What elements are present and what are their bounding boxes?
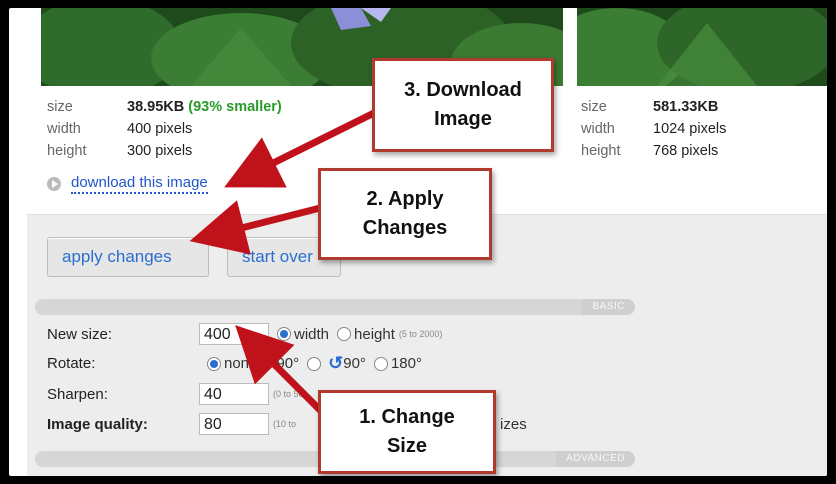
sharpen-input[interactable]: 40 <box>199 383 269 405</box>
basic-section-divider: BASIC <box>35 299 635 315</box>
quality-input[interactable]: 80 <box>199 413 269 435</box>
height-label: height <box>47 143 87 159</box>
callout-step1-line1: 1. Change <box>359 406 455 428</box>
height-option-label: height <box>354 325 395 343</box>
original-preview-image <box>577 8 827 86</box>
rotate-90-radio[interactable] <box>307 356 322 371</box>
width-label: width <box>47 121 81 137</box>
sharpen-row: Sharpen: 40 (0 to 50) <box>47 383 307 405</box>
rotate-clockwise-icon: ↻ <box>261 353 277 373</box>
rotate-label: Rotate: <box>47 355 96 372</box>
rotate-none-label: none <box>224 355 258 372</box>
rotate-minus-90-label: 90° <box>343 355 366 372</box>
size-value: 38.95KB <box>127 99 185 115</box>
width-option-label: width <box>294 325 330 343</box>
new-size-input[interactable]: 400 <box>199 323 269 345</box>
original-image-info: size 581.33KB width 1024 pixels height 768 … <box>581 96 726 162</box>
callout-step2-line1: 2. Apply <box>366 188 444 210</box>
height-value: 768 pixels <box>653 143 719 159</box>
width-value: 400 pixels <box>127 121 193 137</box>
quality-label: Image quality: <box>47 415 148 433</box>
quality-hint: (10 to <box>273 419 297 429</box>
callout-download-image: 3. Download Image <box>372 58 554 152</box>
width-label: width <box>581 121 615 137</box>
width-radio[interactable] <box>277 327 291 341</box>
rotate-180-label: 180° <box>390 355 422 372</box>
size-value: 581.33KB <box>653 99 719 115</box>
sharpen-label: Sharpen: <box>47 385 108 403</box>
height-radio[interactable] <box>337 327 352 341</box>
download-row: download this image <box>47 174 208 194</box>
size-label: size <box>47 99 73 115</box>
callout-step1-line2: Size <box>386 435 427 457</box>
download-link[interactable]: download this image <box>71 174 208 194</box>
callout-step3-line2: Image <box>434 108 492 130</box>
rotate-row: Rotate: none ↻ 90° ↺ 90° 180° <box>47 353 422 374</box>
advanced-section-label: ADVANCED <box>556 451 635 467</box>
rotate-180-radio[interactable] <box>373 356 388 371</box>
rotate-none-radio[interactable] <box>207 356 221 371</box>
size-hint: (5 to 2000) <box>398 329 443 339</box>
height-label: height <box>581 143 621 159</box>
quality-trailing-text: izes <box>500 415 527 433</box>
callout-step3-line1: 3. Download <box>404 79 522 101</box>
callout-apply-changes: 2. Apply Changes <box>318 168 492 260</box>
basic-section-label: BASIC <box>582 299 635 315</box>
callout-change-size: 1. Change Size <box>318 390 496 474</box>
width-value: 1024 pixels <box>653 121 727 137</box>
new-size-row: New size: 400 width height (5 to 2000) <box>47 323 442 345</box>
play-icon <box>47 177 61 191</box>
size-label: size <box>581 99 607 115</box>
rotate-90-label: 90° <box>276 355 300 372</box>
rotate-counterclockwise-icon: ↺ <box>328 353 344 373</box>
resized-image-info: size 38.95KB (93% smaller) width 400 pixel… <box>47 96 282 162</box>
callout-step2-line2: Changes <box>362 217 448 239</box>
new-size-label: New size: <box>47 325 113 343</box>
apply-changes-button[interactable]: apply changes <box>47 237 209 277</box>
size-savings: (93% smaller) <box>188 99 282 115</box>
sharpen-hint: (0 to 50) <box>273 389 307 399</box>
height-value: 300 pixels <box>127 143 193 159</box>
